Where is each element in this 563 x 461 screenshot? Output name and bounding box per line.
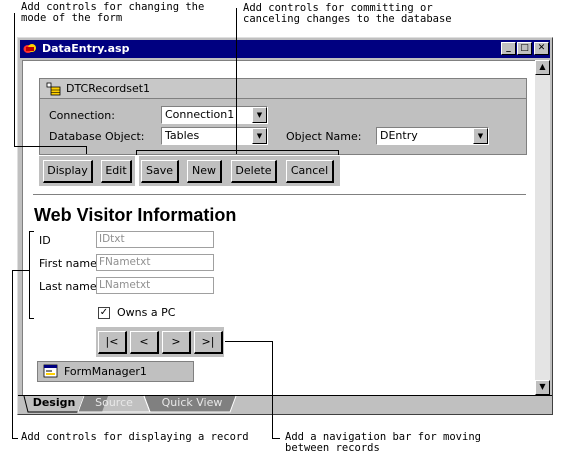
database-object-select[interactable]: Tables ▼ (161, 127, 268, 145)
object-name-value: DEntry (380, 129, 418, 142)
connection-label: Connection: (49, 109, 115, 122)
callout-line (14, 146, 86, 147)
scroll-up-arrow-icon[interactable]: ▲ (535, 60, 550, 75)
database-object-label: Database Object: (49, 130, 145, 143)
dataentry-window: DataEntry.asp _ □ ✕ DTCRecordset1 Connec… (17, 37, 553, 415)
callout-line (272, 438, 280, 439)
view-tabs: Design Source Quick View (18, 395, 552, 414)
save-button[interactable]: Save (141, 160, 179, 183)
first-name-field[interactable]: FNametxt (96, 254, 214, 271)
cancel-button[interactable]: Cancel (286, 160, 334, 183)
owns-pc-checkbox[interactable]: ✓ (98, 307, 110, 319)
recordset-header: DTCRecordset1 (40, 79, 526, 99)
callout-line (12, 270, 29, 271)
callout-line (86, 146, 87, 154)
window-title: DataEntry.asp (42, 42, 130, 55)
connection-value: Connection1 (165, 108, 235, 121)
tab-source[interactable]: Source (86, 395, 142, 412)
callout-line (136, 150, 137, 155)
callout-line (12, 438, 18, 439)
callout-line (14, 13, 15, 146)
object-name-label: Object Name: (286, 130, 362, 143)
callout-line (12, 270, 13, 438)
first-record-button[interactable]: |< (98, 331, 127, 354)
form-manager-name: FormManager1 (64, 365, 147, 378)
design-surface: DTCRecordset1 Connection: Connection1 ▼ … (22, 60, 535, 395)
delete-button[interactable]: Delete (231, 160, 277, 183)
recordset-control[interactable]: DTCRecordset1 Connection: Connection1 ▼ … (39, 78, 527, 155)
callout-line (29, 231, 30, 318)
title-bar: DataEntry.asp _ □ ✕ (20, 40, 550, 58)
scroll-down-arrow-icon[interactable]: ▼ (535, 380, 550, 395)
callout-line (272, 341, 273, 438)
callout-line (136, 150, 338, 151)
last-name-field[interactable]: LNametxt (96, 277, 214, 294)
callout-line (29, 231, 34, 232)
chevron-down-icon[interactable]: ▼ (252, 107, 267, 123)
callout-display-controls: Add controls for displaying a record (21, 431, 249, 443)
callout-mode-controls: Add controls for changing the mode of th… (21, 1, 205, 24)
asp-file-icon (23, 44, 36, 53)
minimize-button[interactable]: _ (501, 42, 516, 55)
tab-design[interactable]: Design (28, 395, 80, 412)
form-heading: Web Visitor Information (34, 205, 237, 225)
tab-quick-view[interactable]: Quick View (152, 395, 232, 412)
form-manager-control[interactable]: FormManager1 (37, 361, 194, 382)
chevron-down-icon[interactable]: ▼ (473, 128, 488, 144)
last-record-button[interactable]: >| (194, 331, 223, 354)
owns-pc-label: Owns a PC (117, 306, 176, 319)
next-record-button[interactable]: > (162, 331, 191, 354)
callout-navigation-bar: Add a navigation bar for moving between … (285, 431, 481, 454)
callout-line (338, 150, 339, 155)
id-label: ID (39, 234, 51, 247)
callout-commit-controls: Add controls for committing or canceling… (243, 2, 452, 25)
commit-button-group: Save New Delete Cancel (139, 156, 340, 186)
callout-line (29, 318, 34, 319)
recordset-icon (46, 82, 61, 96)
close-button[interactable]: ✕ (534, 42, 549, 55)
recordset-name: DTCRecordset1 (66, 82, 151, 95)
last-name-label: Last name (39, 280, 97, 293)
maximize-button[interactable]: □ (517, 42, 532, 55)
object-name-select[interactable]: DEntry ▼ (376, 127, 489, 145)
divider (33, 194, 526, 196)
form-manager-icon (43, 364, 58, 378)
chevron-down-icon[interactable]: ▼ (252, 128, 267, 144)
navigation-bar: |< < > >| (96, 327, 224, 357)
database-object-value: Tables (165, 129, 200, 142)
callout-line (236, 8, 237, 154)
mode-button-group: Display Edit (39, 156, 135, 186)
callout-line (225, 341, 272, 342)
edit-button[interactable]: Edit (101, 160, 132, 183)
display-button[interactable]: Display (43, 160, 93, 183)
id-field[interactable]: IDtxt (96, 231, 214, 248)
connection-select[interactable]: Connection1 ▼ (161, 106, 268, 124)
first-name-label: First name (39, 257, 97, 270)
previous-record-button[interactable]: < (130, 331, 159, 354)
new-button[interactable]: New (187, 160, 222, 183)
vertical-scrollbar[interactable]: ▲ ▼ (535, 60, 550, 395)
